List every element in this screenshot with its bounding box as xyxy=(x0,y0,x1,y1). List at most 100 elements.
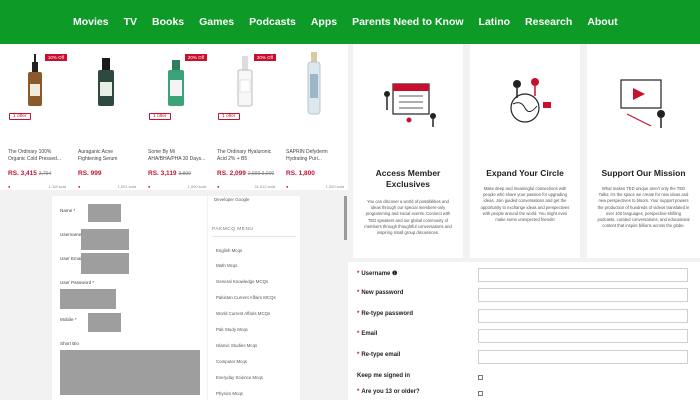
keep-signed-in-checkbox[interactable] xyxy=(478,375,483,380)
menu-item[interactable]: Islamic Studies Mcqs xyxy=(216,343,257,348)
product-price: RS. 3,415 3,794 xyxy=(8,170,51,177)
product-image xyxy=(75,50,137,122)
offer-tag: 1 offer xyxy=(149,113,171,120)
retype-email-field[interactable] xyxy=(478,350,688,364)
nav-about[interactable]: About xyxy=(587,16,617,28)
required-star: * xyxy=(357,311,360,317)
field-label-bio: Short Bio xyxy=(60,341,79,346)
discount-badge: 20% Off xyxy=(184,54,207,61)
nav-games[interactable]: Games xyxy=(199,16,234,28)
stock-row: ● 1.1M sold xyxy=(8,184,66,189)
label-new-password: * New password xyxy=(357,290,403,296)
product-card[interactable]: 10% Off 1 offer The Ordinary 100% Organi… xyxy=(4,50,68,189)
product-image xyxy=(283,50,345,122)
price-value: RS. 3,119 xyxy=(148,170,177,177)
product-image: 20% Off 1 offer xyxy=(145,50,207,122)
stock-dot-icon: ● xyxy=(148,184,151,189)
menu-item[interactable]: General Knowledge MCQs xyxy=(216,279,268,284)
card-text: You can discover a world of possibilitie… xyxy=(364,199,452,236)
stock-dot-icon: ● xyxy=(8,184,11,189)
required-star: * xyxy=(357,290,360,296)
globe-people-icon xyxy=(510,78,551,123)
card-title: Support Our Mission xyxy=(601,168,686,178)
menu-item[interactable]: English Mcqs xyxy=(216,248,242,253)
age-checkbox[interactable] xyxy=(478,391,483,396)
product-carousel: 10% Off 1 offer The Ordinary 100% Organi… xyxy=(0,44,348,190)
user-profile-form: Name * Username * User Email * User Pass… xyxy=(52,196,207,400)
old-price: 3,899 xyxy=(178,171,191,177)
required-star: * xyxy=(357,389,360,395)
price-value: RS. 3,415 xyxy=(8,170,37,177)
required-star: * xyxy=(357,352,360,358)
password-input[interactable] xyxy=(60,289,116,309)
menu-top-link[interactable]: Developer Google xyxy=(214,197,249,202)
top-navigation: Movies TV Books Games Podcasts Apps Pare… xyxy=(0,0,700,44)
label-text: Mobile xyxy=(60,317,74,322)
info-icon[interactable]: ❶ xyxy=(392,271,397,277)
menu-item[interactable]: World Current Affairs MCQs xyxy=(216,311,270,316)
product-price: RS. 999 xyxy=(78,170,102,177)
label-age-check: * Are you 13 or older? xyxy=(357,389,420,395)
required-star: * xyxy=(357,331,360,337)
sold-count: 1,001 sold xyxy=(117,184,136,189)
card-title: Expand Your Circle xyxy=(486,168,564,178)
retype-password-field[interactable] xyxy=(478,309,688,323)
menu-item[interactable]: Pak Study Mcqs xyxy=(216,327,248,332)
nav-books[interactable]: Books xyxy=(152,16,184,28)
stock-row: ● 1,000 sold xyxy=(148,184,206,189)
stock-row: ● 1,001 sold xyxy=(78,184,136,189)
nav-parents[interactable]: Parents Need to Know xyxy=(352,16,463,28)
stock-row: ● 1,000 sold xyxy=(286,184,344,189)
username-field[interactable] xyxy=(478,268,688,282)
old-price: 2,999 3,000 xyxy=(247,171,275,177)
nav-latino[interactable]: Latino xyxy=(479,16,511,28)
nav-apps[interactable]: Apps xyxy=(311,16,337,28)
menu-item[interactable]: Pakistan Current Affairs MCQs xyxy=(216,295,276,300)
product-card[interactable]: 20% Off 1 offer Some By Mi AHA/BHA/PHA 3… xyxy=(144,50,208,189)
price-value: RS. 2,099 xyxy=(217,170,246,177)
product-card[interactable]: SAPRIN Defyderm Hydrating Puri... RS. 1,… xyxy=(282,50,346,189)
product-image: 30% Off 1 offer xyxy=(214,50,276,122)
mobile-input[interactable] xyxy=(88,313,121,332)
label-text: Username xyxy=(60,232,82,237)
product-name: SAPRIN Defyderm Hydrating Puri... xyxy=(286,149,328,162)
email-field[interactable] xyxy=(478,329,688,343)
new-password-field[interactable] xyxy=(478,288,688,302)
field-label-name: Name * xyxy=(60,208,76,213)
label-keep-signed-in: Keep me signed in xyxy=(357,373,410,379)
sold-count: 31,012 sold xyxy=(254,184,275,189)
price-value: RS. 1,800 xyxy=(286,170,315,177)
menu-item[interactable]: Computer Mcqs xyxy=(216,359,247,364)
field-label-mobile: Mobile * xyxy=(60,317,77,322)
menu-item[interactable]: Math Mcqs xyxy=(216,263,237,268)
registration-form: * Username ❶ * New password * Re-type passw… xyxy=(348,262,700,400)
product-card[interactable]: 30% Off 1 offer The Ordinary Hyaluronic … xyxy=(213,50,277,189)
sold-count: 1,000 sold xyxy=(325,184,344,189)
stock-dot-icon: ● xyxy=(217,184,220,189)
calendar-people-icon xyxy=(384,83,436,127)
old-price: 3,794 xyxy=(38,171,52,177)
nav-tv[interactable]: TV xyxy=(124,16,137,28)
email-input[interactable] xyxy=(81,253,129,274)
name-input[interactable] xyxy=(88,204,121,222)
film-screen-icon xyxy=(620,79,665,128)
nav-podcasts[interactable]: Podcasts xyxy=(249,16,296,28)
offer-tag: 1 offer xyxy=(218,113,240,120)
menu-item[interactable]: Physics Mcqs xyxy=(216,391,243,396)
label-text: Name xyxy=(60,208,73,213)
product-card[interactable]: Auraganic Acne Fightening Serum RS. 999 … xyxy=(74,50,138,189)
scrollbar[interactable] xyxy=(344,196,347,240)
menu-item[interactable]: Everyday Science Mcqs xyxy=(216,375,263,380)
product-image: 10% Off 1 offer xyxy=(5,50,67,122)
label-retype-password: * Re-type password xyxy=(357,311,413,317)
label-text: Re-type password xyxy=(361,311,414,317)
bio-textarea[interactable] xyxy=(60,350,200,395)
discount-badge: 30% Off xyxy=(253,54,276,61)
nav-movies[interactable]: Movies xyxy=(73,16,109,28)
product-name: The Ordinary Hyaluronic Acid 2% + B5 xyxy=(217,149,272,162)
card-member-exclusives: Access Member Exclusives You can discove… xyxy=(353,44,463,258)
product-name: Some By Mi AHA/BHA/PHA 30 Days... xyxy=(148,149,206,162)
nav-research[interactable]: Research xyxy=(525,16,572,28)
username-input[interactable] xyxy=(81,229,129,250)
label-text: New password xyxy=(361,290,404,296)
